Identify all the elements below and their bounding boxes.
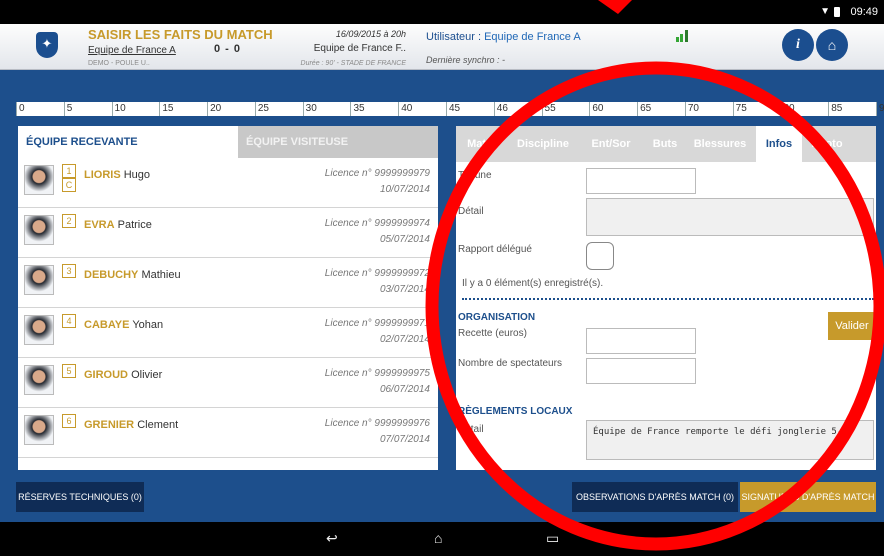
- annotation-circle: [425, 61, 884, 551]
- annotation-arrow-icon: [598, 0, 632, 14]
- annotation-overlay: [425, 0, 884, 551]
